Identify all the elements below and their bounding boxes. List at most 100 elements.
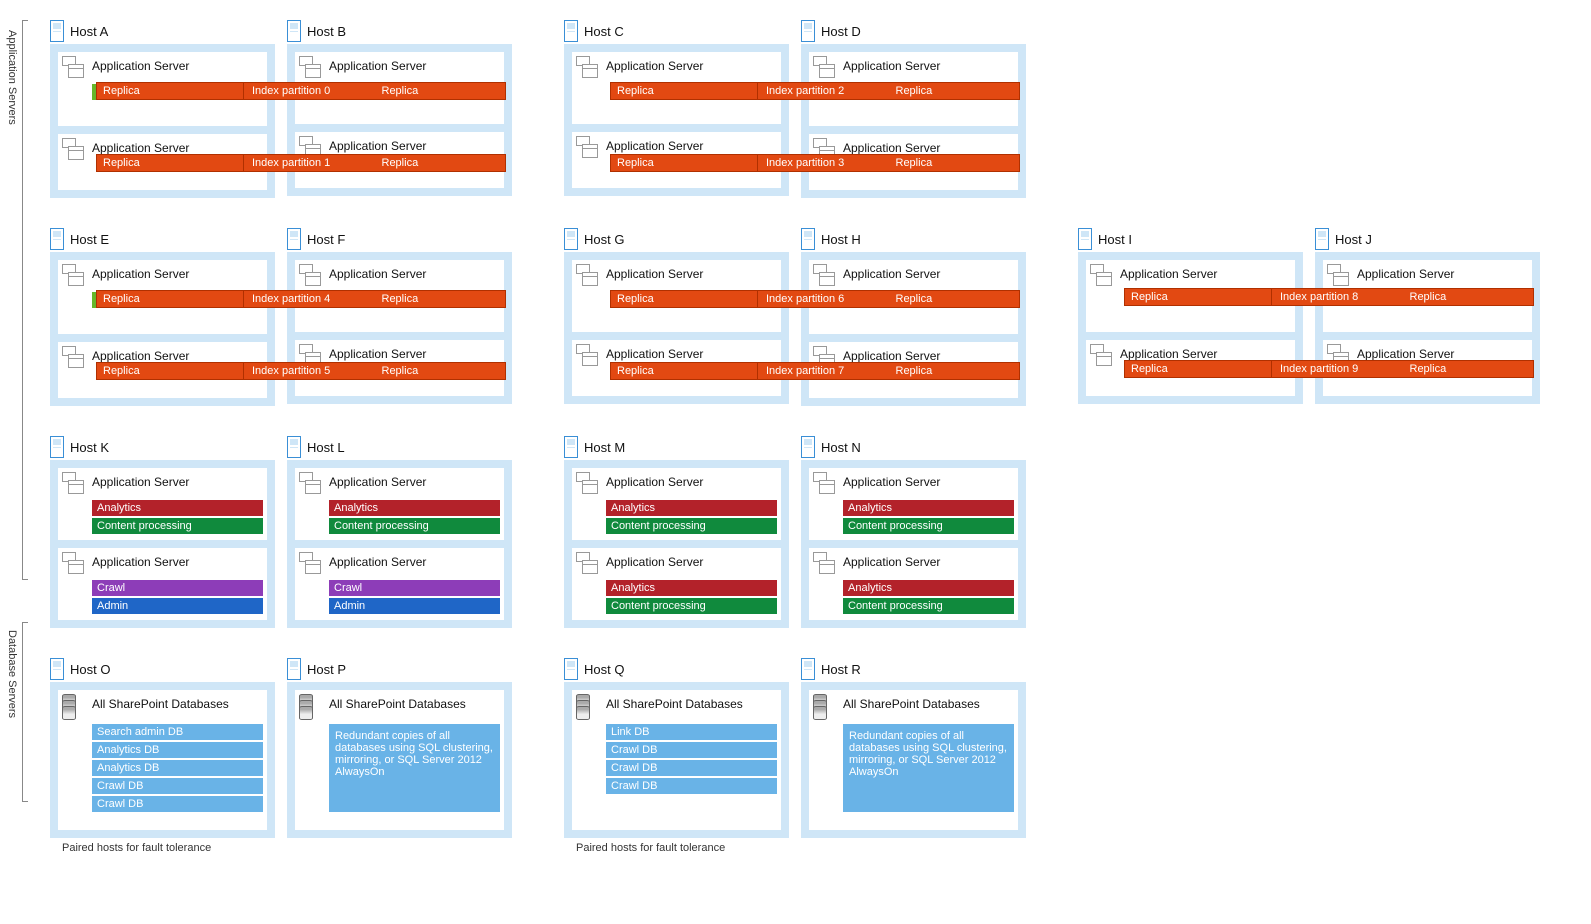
host-p: Host P All SharePoint Databases Redundan… [287, 658, 512, 838]
server-icon [1078, 228, 1092, 250]
db-item: Crawl DB [606, 742, 777, 758]
index-partition-0-bar: Replica Index partition 0 Replica [96, 82, 506, 100]
app-server-title: Application Server [329, 139, 426, 153]
app-server-icon [813, 472, 837, 498]
database-icon [813, 694, 837, 722]
replica-left: Replica [96, 82, 244, 100]
db-item: Crawl DB [606, 778, 777, 794]
app-server-icon [1090, 344, 1114, 370]
partition-label: Index partition 1 [244, 154, 376, 172]
component-crawl: Crawl [329, 580, 500, 596]
server-icon [801, 228, 815, 250]
server-icon [287, 20, 301, 42]
row-db: Host O All SharePoint Databases Search a… [50, 658, 1571, 854]
app-server-icon [62, 138, 86, 164]
component-content-processing: Content processing [329, 518, 500, 534]
server-icon [564, 20, 578, 42]
paired-hosts-caption: Paired hosts for fault tolerance [62, 842, 524, 854]
app-server-icon [1327, 264, 1351, 290]
diagram-canvas: Application Servers Database Servers Hos… [0, 0, 1591, 924]
app-server-icon [62, 56, 86, 82]
db-item: Crawl DB [92, 778, 263, 794]
row-1: Host A Application Server Query processi… [50, 20, 1571, 198]
app-server-icon [576, 56, 600, 82]
pair-op: Host O All SharePoint Databases Search a… [50, 658, 524, 854]
index-partition-8-bar: ReplicaIndex partition 8Replica [1124, 288, 1534, 306]
pair-gh: Host G Application Server Application Se… [564, 228, 1038, 406]
server-icon [50, 436, 64, 458]
replica-right: Replica [376, 82, 507, 100]
server-icon [564, 436, 578, 458]
index-partition-2-bar: ReplicaIndex partition 2Replica [610, 82, 1020, 100]
pair-cd: Host C Application Server Application Se… [564, 20, 1038, 198]
server-icon [1315, 228, 1329, 250]
app-server-icon [576, 264, 600, 290]
index-partition-7-bar: ReplicaIndex partition 7Replica [610, 362, 1020, 380]
section-label-db-servers: Database Servers [6, 630, 18, 718]
app-server-icon [299, 56, 323, 82]
component-analytics: Analytics [329, 500, 500, 516]
replica-left: Replica [96, 154, 244, 172]
row-3: Host K Application Server Analytics Cont… [50, 436, 1571, 628]
component-analytics: Analytics [843, 580, 1014, 596]
pair-ij: Host I Application Server Application Se… [1078, 228, 1552, 406]
app-server-icon [576, 344, 600, 370]
app-server-icon [576, 136, 600, 162]
app-server-title: Application Server [329, 59, 426, 73]
server-icon [50, 228, 64, 250]
app-server-icon [62, 552, 86, 578]
server-icon [50, 658, 64, 680]
redundant-copies-text: Redundant copies of all databases using … [843, 724, 1014, 812]
host-k: Host K Application Server Analytics Cont… [50, 436, 275, 628]
pair-ef: Host E Application Server Query processi… [50, 228, 524, 406]
component-analytics: Analytics [606, 580, 777, 596]
index-partition-3-bar: ReplicaIndex partition 3Replica [610, 154, 1020, 172]
database-icon [62, 694, 86, 722]
server-icon [564, 228, 578, 250]
db-item: Search admin DB [92, 724, 263, 740]
app-server-icon [62, 346, 86, 372]
component-analytics: Analytics [843, 500, 1014, 516]
component-analytics: Analytics [606, 500, 777, 516]
server-icon [287, 228, 301, 250]
row-2: Host E Application Server Query processi… [50, 228, 1571, 406]
app-server-icon [1090, 264, 1114, 290]
server-icon [801, 436, 815, 458]
app-server-icon [299, 264, 323, 290]
paired-hosts-caption: Paired hosts for fault tolerance [576, 842, 1038, 854]
server-icon [287, 436, 301, 458]
host-title: Host D [821, 24, 861, 39]
server-icon [50, 20, 64, 42]
redundant-copies-text: Redundant copies of all databases using … [329, 724, 500, 812]
partition-label: Index partition 0 [244, 82, 376, 100]
db-item: Crawl DB [92, 796, 263, 812]
index-partition-9-bar: ReplicaIndex partition 9Replica [1124, 360, 1534, 378]
app-server-icon [576, 472, 600, 498]
index-partition-5-bar: ReplicaIndex partition 5Replica [96, 362, 506, 380]
server-icon [801, 20, 815, 42]
db-item: Crawl DB [606, 760, 777, 776]
app-server-icon [62, 264, 86, 290]
app-server-icon [813, 56, 837, 82]
component-content-processing: Content processing [843, 598, 1014, 614]
host-title: Host B [307, 24, 346, 39]
bracket-app-servers [22, 20, 28, 580]
host-q: Host Q All SharePoint Databases Link DB … [564, 658, 789, 838]
host-r: Host R All SharePoint Databases Redundan… [801, 658, 1026, 838]
component-content-processing: Content processing [92, 518, 263, 534]
component-content-processing: Content processing [606, 518, 777, 534]
component-content-processing: Content processing [843, 518, 1014, 534]
server-icon [287, 658, 301, 680]
component-analytics: Analytics [92, 500, 263, 516]
app-server-icon [813, 552, 837, 578]
app-server-icon [62, 472, 86, 498]
db-item: Analytics DB [92, 742, 263, 758]
app-server-title: Application Server [92, 141, 189, 155]
component-crawl: Crawl [92, 580, 263, 596]
pair-mn: Host M Application Server Analytics Cont… [564, 436, 1038, 628]
pair-ab: Host A Application Server Query processi… [50, 20, 524, 198]
db-item: Link DB [606, 724, 777, 740]
server-icon [564, 658, 578, 680]
database-icon [576, 694, 600, 722]
app-server-icon [813, 264, 837, 290]
